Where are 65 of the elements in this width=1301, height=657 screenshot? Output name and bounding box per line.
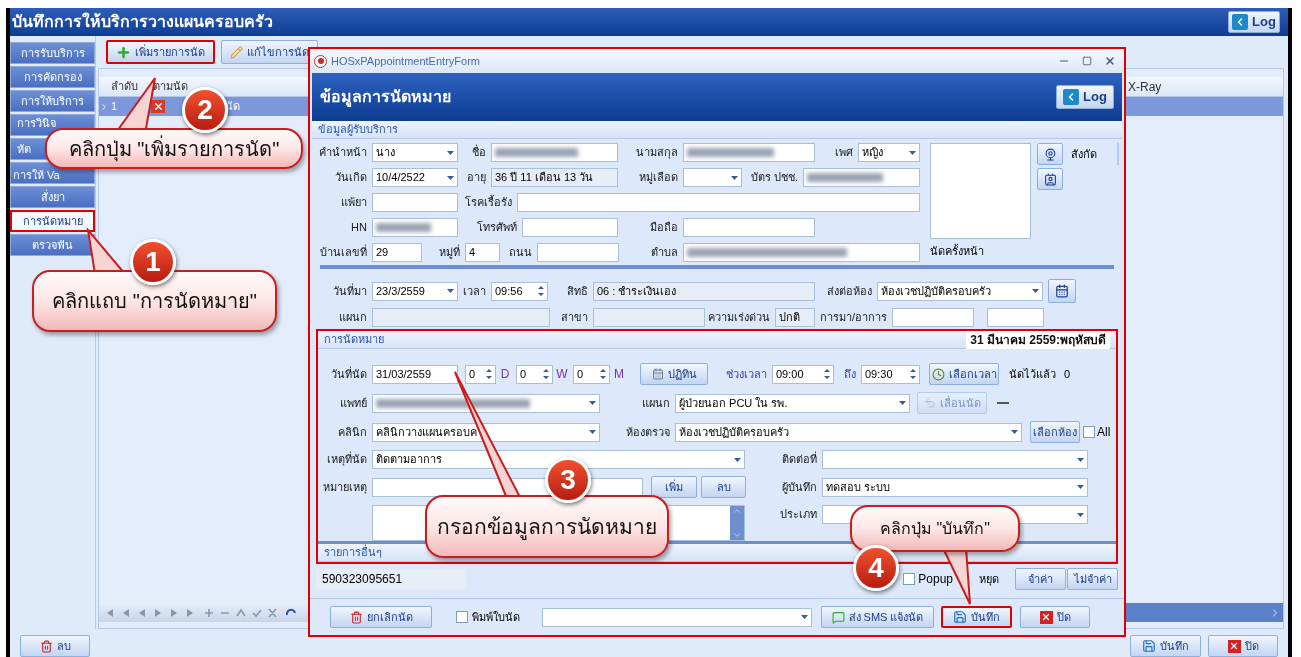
field-label: สาขา — [560, 310, 589, 326]
field-label: คำนำหน้า — [318, 145, 368, 161]
field-label: วันเกิด — [334, 170, 368, 186]
field-label: แพ้ยา — [340, 195, 368, 211]
booked-count: 0 — [1064, 366, 1071, 382]
field-label: บ้านเลขที่ — [319, 244, 368, 261]
field-label: ตำบล — [650, 245, 679, 261]
field-label: วันที่มา — [332, 282, 368, 299]
field-label: ช่วงเวลา — [725, 366, 768, 382]
field-label: เหตุที่นัด — [326, 451, 368, 468]
field-label: นัดครั้งหน้า — [930, 243, 985, 259]
read-only-field: 36 ปี 11 เดือน 13 วัน — [491, 168, 618, 187]
field-label: โทรศัพท์ — [476, 220, 518, 236]
dialog-title: HOSxPAppointmentEntryForm — [331, 53, 480, 69]
dialog-heading: ข้อมูลการนัดหมาย — [320, 87, 451, 109]
date-text: 31 มีนาคม 2559:พฤหัสบดี — [966, 330, 1110, 349]
callout-tooltip: คลิกแถบ "การนัดหมาย" — [32, 270, 277, 332]
checkbox-label: หยุด — [979, 571, 999, 588]
checkbox-label: Popup — [918, 571, 953, 588]
field-label: โรคเรื้อรัง — [464, 194, 513, 211]
unit-label: M — [613, 366, 625, 383]
window-title: บันทึกการให้บริการวางแผนครอบครัว — [12, 11, 273, 32]
unit-label: D — [499, 366, 511, 383]
field-label: เวลา — [462, 283, 487, 299]
field-label: ส่งต่อห้อง — [826, 283, 873, 299]
booked-label: นัดไว้แล้ว — [1009, 366, 1056, 382]
unit-label: W — [555, 366, 569, 383]
field-label: บัตร ปชช. — [749, 170, 799, 186]
field-label: ผู้บันทึก — [781, 479, 818, 496]
field-label: มือถือ — [649, 220, 679, 236]
section-title: การนัดหมาย — [324, 332, 384, 348]
field-label: ถนน — [508, 245, 533, 261]
field-label: แผนก — [641, 395, 671, 411]
read-only-field: 06 : ชำระเงินเอง — [593, 281, 815, 301]
column-header: ลำดับ — [111, 79, 139, 95]
callout-tooltip: กรอกข้อมูลการนัดหมาย — [425, 495, 669, 558]
field-label: ห้องตรวจ — [625, 424, 671, 440]
field-label: ประเภท — [779, 507, 818, 523]
field-label: นามสกุล — [635, 145, 679, 161]
field-label: หมู่ที่ — [438, 244, 461, 261]
field-label: หมายเหตุ — [322, 479, 368, 496]
callout-tooltip: คลิกปุ่ม "เพิ่มรายการนัด" — [45, 128, 303, 169]
section-title: ข้อมูลผู้รับบริการ — [318, 122, 398, 138]
field-label: แพทย์ — [339, 395, 368, 411]
field-label: ความเร่งด่วน — [707, 310, 771, 326]
field-label: วันที่นัด — [330, 365, 368, 382]
field-label: คลินิก — [337, 424, 368, 440]
field-label: สิทธิ — [566, 283, 589, 299]
callout-tooltip: คลิกปุ่ม "บันทึก" — [850, 505, 1020, 552]
field-label: การมา/อาการ — [818, 310, 888, 326]
field-label: เพศ — [834, 145, 854, 161]
field-label: ชื่อ — [471, 144, 487, 161]
field-label: HN — [350, 220, 368, 236]
read-only-field: 590323095651 — [316, 569, 466, 589]
checkbox-label: พิมพ์ใบนัด — [472, 609, 520, 625]
checkbox-label: All — [1097, 424, 1111, 441]
table-cell-text: 1 — [111, 99, 119, 115]
field-label: สังกัด — [1071, 147, 1097, 162]
field-label: หมู่เลือด — [638, 170, 679, 186]
field-label: ติดต่อที่ — [781, 451, 818, 468]
field-label: อายุ — [466, 170, 487, 186]
field-label: แผนก — [338, 310, 368, 326]
section-title: รายการอื่นๆ — [324, 544, 382, 561]
field-label: ถึง — [843, 366, 857, 382]
read-only-field: ปกติ — [775, 308, 815, 327]
